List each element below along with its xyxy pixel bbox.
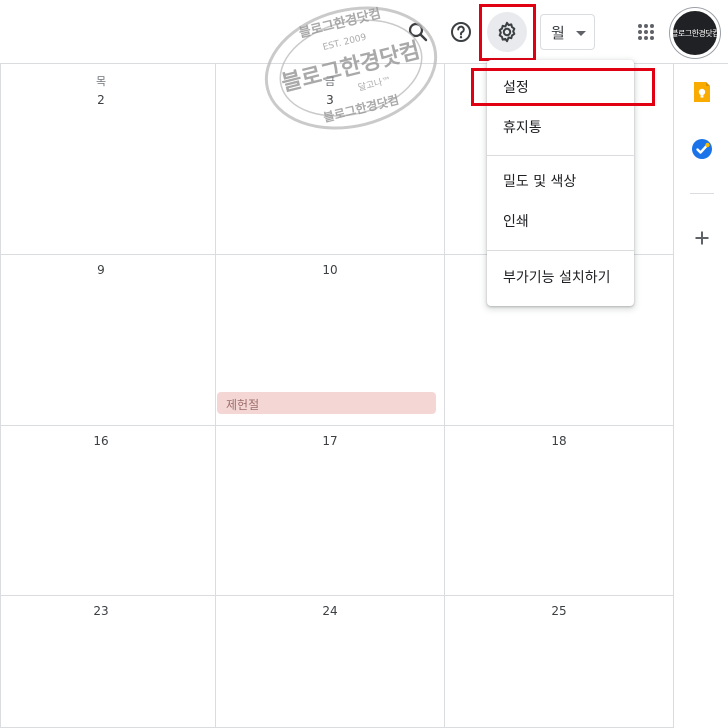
add-icon (695, 231, 709, 245)
side-panel-divider (690, 193, 714, 194)
calendar-event[interactable]: 제헌절 (217, 392, 436, 414)
keep-button[interactable] (690, 80, 714, 104)
menu-divider (487, 250, 634, 251)
view-selector-value: 월 (551, 23, 565, 42)
weekday-header-fri: 금 (324, 75, 336, 88)
search-button[interactable] (398, 12, 438, 52)
day-cell-date[interactable]: 23 (81, 604, 121, 618)
calendar-header: 월 블로그한경닷컴 (0, 0, 728, 64)
weekday-header-thu: 목 (95, 75, 107, 88)
day-cell-date[interactable]: 17 (310, 434, 350, 448)
apps-button[interactable] (626, 12, 666, 52)
day-cell-date[interactable]: 24 (310, 604, 350, 618)
tasks-button[interactable] (690, 137, 714, 161)
add-addon-button[interactable] (690, 226, 714, 250)
apps-grid-icon (638, 24, 654, 40)
help-button[interactable] (441, 12, 481, 52)
menu-item-install-addons[interactable]: 부가기능 설치하기 (487, 257, 634, 297)
day-cell-date[interactable]: 9 (81, 263, 121, 277)
day-cell-date[interactable]: 10 (310, 263, 350, 277)
account-label: 블로그한경닷컴 (670, 28, 720, 38)
help-icon (451, 22, 471, 42)
settings-item-highlight-box (471, 68, 655, 106)
grid-column-divider (215, 64, 216, 728)
side-panel (673, 64, 728, 728)
menu-divider (487, 155, 634, 156)
grid-row-divider (0, 425, 673, 426)
settings-highlight-box (479, 4, 536, 61)
day-cell-date[interactable]: 18 (539, 434, 579, 448)
grid-row-divider (0, 595, 673, 596)
tasks-icon (692, 139, 712, 159)
grid-column-divider (444, 64, 445, 728)
day-cell-date[interactable]: 16 (81, 434, 121, 448)
menu-item-print[interactable]: 인쇄 (487, 201, 634, 241)
view-selector[interactable]: 월 (540, 14, 595, 50)
day-cell-date[interactable]: 2 (81, 93, 121, 107)
keep-icon (694, 82, 710, 102)
day-cell-date[interactable]: 3 (310, 93, 350, 107)
account-avatar[interactable]: 블로그한경닷컴 (670, 8, 720, 58)
search-icon (408, 22, 428, 42)
menu-item-trash[interactable]: 휴지통 (487, 107, 634, 147)
chevron-down-icon (576, 31, 586, 36)
day-cell-date[interactable]: 25 (539, 604, 579, 618)
menu-item-density-color[interactable]: 밀도 및 색상 (487, 161, 634, 201)
